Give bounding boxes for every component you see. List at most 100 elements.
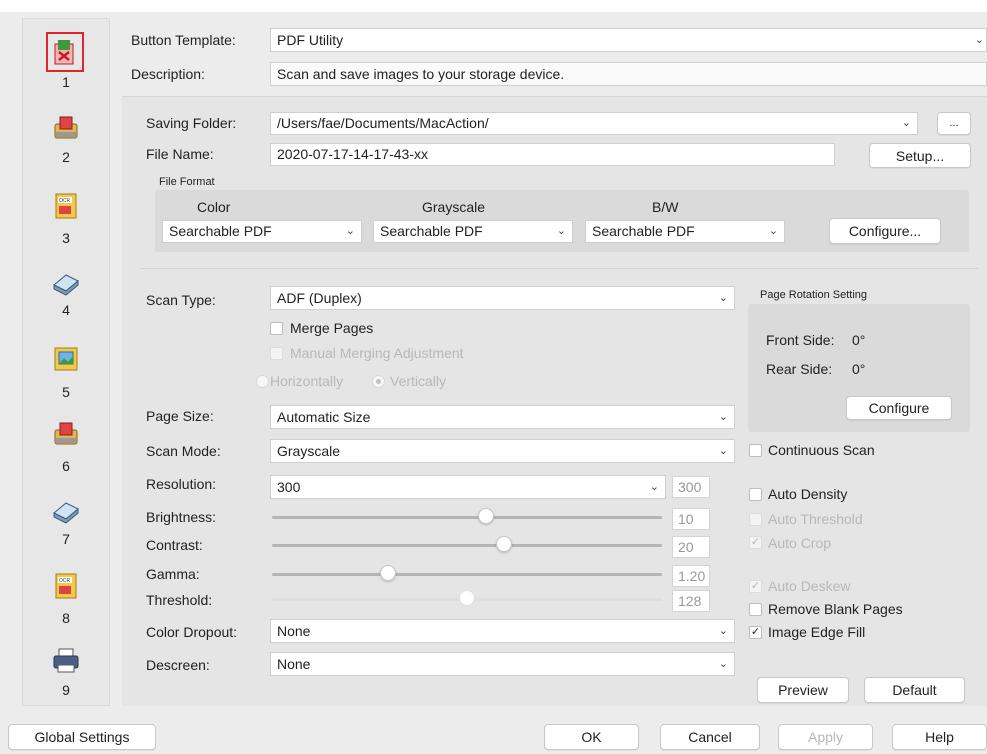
- file-name-value: 2020-07-17-14-17-43-xx: [277, 146, 428, 162]
- scan-mode-label: Scan Mode:: [146, 443, 221, 459]
- chevron-down-icon: ⌄: [718, 411, 728, 423]
- auto-deskew-checkbox[interactable]: ✓: [749, 580, 762, 593]
- sidebar-number-7: 7: [62, 531, 70, 547]
- setup-button[interactable]: Setup...: [869, 143, 971, 168]
- contrast-slider-track[interactable]: [272, 544, 662, 547]
- scanner-icon: [53, 502, 79, 524]
- bw-format-value: Searchable PDF: [592, 223, 695, 239]
- threshold-number-field[interactable]: 128: [672, 590, 710, 612]
- sidebar-button-8[interactable]: OCR 8: [23, 571, 109, 631]
- rear-side-label: Rear Side:: [766, 361, 833, 377]
- image-icon: [54, 347, 78, 371]
- description-label: Description:: [131, 66, 205, 82]
- grayscale-format-select[interactable]: Searchable PDF ⌄: [373, 220, 573, 243]
- file-format-group-label: File Format: [159, 176, 215, 188]
- horizontally-radio[interactable]: [256, 375, 269, 388]
- auto-crop-checkbox[interactable]: ✓: [749, 536, 762, 549]
- chevron-down-icon: ⌄: [974, 34, 984, 46]
- merge-pages-checkbox[interactable]: [270, 322, 283, 335]
- sidebar-button-6[interactable]: 6: [23, 420, 109, 480]
- chevron-down-icon: ⌄: [649, 481, 659, 493]
- rear-side-value: 0°: [852, 361, 866, 377]
- sidebar-button-4[interactable]: 4: [23, 269, 109, 329]
- contrast-slider-knob[interactable]: [496, 536, 512, 552]
- chevron-down-icon: ⌄: [556, 225, 566, 237]
- help-button[interactable]: Help: [892, 724, 987, 750]
- sidebar-number-2: 2: [62, 149, 70, 165]
- brightness-slider-knob[interactable]: [478, 508, 494, 524]
- gamma-number-field[interactable]: 1.20: [672, 565, 710, 587]
- gamma-slider-knob[interactable]: [380, 565, 396, 581]
- button-sidebar: 1 2 OCR 3 4 5 6 7 OCR 8 9: [22, 18, 110, 706]
- color-format-label: Color: [197, 199, 231, 215]
- description-value: Scan and save images to your storage dev…: [277, 66, 565, 82]
- sidebar-number-3: 3: [62, 230, 70, 246]
- sidebar-button-1[interactable]: 1: [23, 19, 109, 95]
- bw-format-select[interactable]: Searchable PDF ⌄: [585, 220, 785, 243]
- merge-pages-label: Merge Pages: [290, 320, 374, 336]
- file-name-field[interactable]: 2020-07-17-14-17-43-xx: [270, 143, 835, 166]
- brightness-label: Brightness:: [146, 509, 217, 525]
- sidebar-number-9: 9: [62, 682, 70, 698]
- resolution-number-field[interactable]: 300: [672, 476, 710, 498]
- color-format-select[interactable]: Searchable PDF ⌄: [162, 220, 362, 243]
- sidebar-button-5[interactable]: 5: [23, 345, 109, 405]
- bw-format-label: B/W: [652, 199, 679, 215]
- contrast-label: Contrast:: [146, 537, 203, 553]
- ocr-icon: OCR: [55, 573, 77, 599]
- sidebar-number-8: 8: [62, 610, 70, 626]
- section-divider: [140, 268, 978, 269]
- brightness-number-field[interactable]: 10: [672, 508, 710, 530]
- threshold-slider-knob[interactable]: [459, 590, 475, 606]
- descreen-label: Descreen:: [146, 657, 210, 673]
- browse-folder-button[interactable]: ...: [937, 112, 971, 135]
- chevron-down-icon: ⌄: [718, 625, 728, 637]
- button-template-select[interactable]: PDF Utility ⌄: [270, 28, 987, 52]
- manual-merge-checkbox[interactable]: [270, 347, 283, 360]
- cancel-button[interactable]: Cancel: [660, 724, 760, 750]
- resolution-select[interactable]: 300 ⌄: [270, 475, 666, 499]
- chevron-down-icon: ⌄: [345, 225, 355, 237]
- descreen-select[interactable]: None ⌄: [270, 652, 735, 676]
- remove-blank-pages-checkbox[interactable]: [749, 603, 762, 616]
- auto-density-checkbox[interactable]: [749, 488, 762, 501]
- top-strip: [0, 0, 987, 12]
- gamma-label: Gamma:: [146, 566, 200, 582]
- scan-to-folder-icon: [54, 116, 78, 139]
- grayscale-format-label: Grayscale: [422, 199, 486, 215]
- chevron-down-icon: ⌄: [768, 225, 778, 237]
- scan-mode-select[interactable]: Grayscale ⌄: [270, 439, 735, 463]
- brightness-slider-track[interactable]: [272, 516, 662, 519]
- apply-button[interactable]: Apply: [778, 724, 873, 750]
- chevron-down-icon: ⌄: [718, 658, 728, 670]
- vertically-radio[interactable]: [372, 375, 385, 388]
- gamma-slider-track[interactable]: [272, 573, 662, 576]
- default-button[interactable]: Default: [864, 677, 965, 703]
- chevron-down-icon: ⌄: [901, 117, 911, 129]
- vertically-label: Vertically: [390, 373, 447, 389]
- preview-button[interactable]: Preview: [757, 677, 849, 703]
- saving-folder-select[interactable]: /Users/fae/Documents/MacAction/ ⌄: [270, 112, 918, 135]
- grayscale-format-value: Searchable PDF: [380, 223, 483, 239]
- continuous-scan-label: Continuous Scan: [768, 442, 875, 458]
- front-side-label: Front Side:: [766, 332, 835, 348]
- sidebar-button-3[interactable]: OCR 3: [23, 191, 109, 251]
- global-settings-button[interactable]: Global Settings: [8, 724, 156, 750]
- continuous-scan-checkbox[interactable]: [749, 444, 762, 457]
- sidebar-button-2[interactable]: 2: [23, 114, 109, 174]
- scan-type-select[interactable]: ADF (Duplex) ⌄: [270, 286, 735, 310]
- ok-button[interactable]: OK: [544, 724, 639, 750]
- color-dropout-label: Color Dropout:: [146, 624, 238, 640]
- image-edge-fill-checkbox[interactable]: ✓: [749, 626, 762, 639]
- scan-type-value: ADF (Duplex): [277, 290, 362, 306]
- sidebar-button-7[interactable]: 7: [23, 497, 109, 557]
- format-configure-button[interactable]: Configure...: [829, 218, 941, 244]
- contrast-number-field[interactable]: 20: [672, 536, 710, 558]
- auto-threshold-checkbox[interactable]: [749, 513, 762, 526]
- front-side-value: 0°: [852, 332, 866, 348]
- color-dropout-select[interactable]: None ⌄: [270, 619, 735, 643]
- page-size-select[interactable]: Automatic Size ⌄: [270, 405, 735, 429]
- rotation-configure-button[interactable]: Configure: [846, 396, 952, 420]
- description-field[interactable]: Scan and save images to your storage dev…: [270, 62, 987, 86]
- sidebar-button-9[interactable]: 9: [23, 647, 109, 705]
